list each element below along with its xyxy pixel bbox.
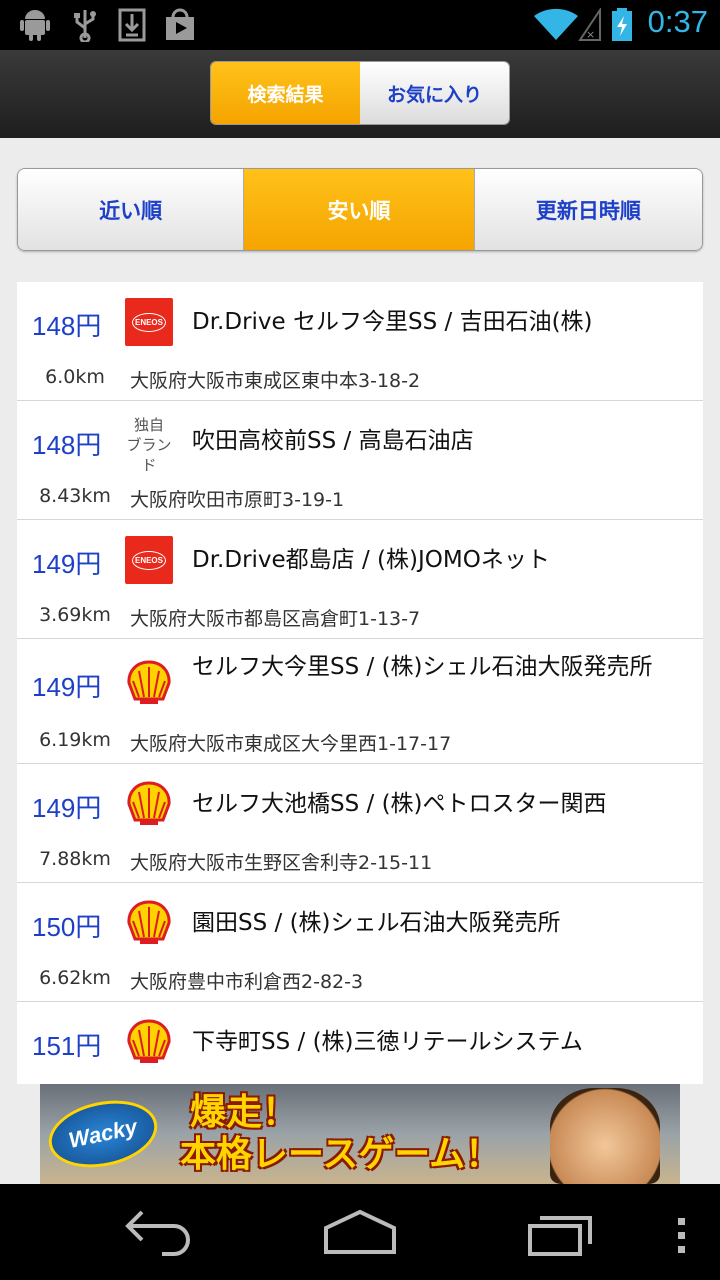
status-bar: × 0:37	[0, 0, 720, 50]
price: 148円	[32, 311, 102, 341]
navigation-bar	[0, 1184, 720, 1280]
distance: 3.69km	[39, 604, 111, 626]
sort-tabs: 近い順 安い順 更新日時順	[17, 168, 703, 251]
distance: 7.88km	[39, 848, 111, 870]
shell-logo-icon	[127, 1019, 171, 1063]
distance: 6.0km	[45, 366, 105, 388]
menu-icon[interactable]	[672, 1204, 692, 1260]
station-name: 園田SS / (株)シェル石油大阪発売所	[192, 910, 561, 936]
list-item[interactable]: 151円 下寺町SS / (株)三徳リテールシステム	[17, 1002, 703, 1084]
download-icon	[118, 8, 146, 42]
independent-brand-icon: 独自 ブランド	[126, 416, 172, 474]
wifi-icon	[534, 8, 578, 40]
price: 149円	[32, 672, 102, 702]
station-name: セルフ大池橋SS / (株)ペトロスター関西	[192, 791, 607, 817]
clock: 0:37	[647, 4, 708, 39]
list-item[interactable]: 148円 ENEOS Dr.Drive セルフ今里SS / 吉田石油(株) 6.…	[17, 282, 703, 401]
shell-logo-icon	[127, 781, 171, 825]
list-item[interactable]: 149円 セルフ大今里SS / (株)シェル石油大阪発売所 6.19km 大阪府…	[17, 639, 703, 764]
ad-banner[interactable]: Wacky 爆走！ 本格レースゲーム！	[40, 1084, 680, 1184]
eneos-logo-icon: ENEOS	[125, 536, 173, 584]
address: 大阪府大阪市生野区舎利寺2-15-11	[130, 852, 433, 874]
ad-character-image	[550, 1088, 660, 1184]
distance: 6.62km	[39, 967, 111, 989]
price: 149円	[32, 793, 102, 823]
station-name: Dr.Drive都島店 / (株)JOMOネット	[192, 547, 550, 573]
view-segment: 検索結果 お気に入り	[210, 61, 510, 125]
play-store-icon	[166, 8, 194, 40]
address: 大阪府吹田市原町3-19-1	[130, 489, 345, 511]
address: 大阪府大阪市東成区東中本3-18-2	[130, 370, 421, 392]
list-item[interactable]: 148円 独自 ブランド 吹田高校前SS / 高島石油店 8.43km 大阪府吹…	[17, 401, 703, 520]
tab-favorites[interactable]: お気に入り	[360, 62, 509, 124]
list-item[interactable]: 149円 ENEOS Dr.Drive都島店 / (株)JOMOネット 3.69…	[17, 520, 703, 639]
ad-logo: Wacky	[42, 1091, 164, 1177]
address: 大阪府大阪市都島区高倉町1-13-7	[130, 608, 421, 630]
ad-headline: 爆走！ 本格レースゲーム！	[180, 1092, 502, 1175]
tab-search-results[interactable]: 検索結果	[211, 62, 360, 124]
battery-charging-icon	[612, 8, 632, 41]
price: 149円	[32, 549, 102, 579]
station-name: セルフ大今里SS / (株)シェル石油大阪発売所	[192, 654, 653, 680]
list-item[interactable]: 149円 セルフ大池橋SS / (株)ペトロスター関西 7.88km 大阪府大阪…	[17, 764, 703, 883]
price: 151円	[32, 1031, 102, 1061]
list-item[interactable]: 150円 園田SS / (株)シェル石油大阪発売所 6.62km 大阪府豊中市利…	[17, 883, 703, 1002]
station-name: 吹田高校前SS / 高島石油店	[192, 428, 474, 454]
eneos-logo-icon: ENEOS	[125, 298, 173, 346]
distance: 8.43km	[39, 485, 111, 507]
shell-logo-icon	[127, 660, 171, 704]
app-header: 検索結果 お気に入り	[0, 50, 720, 138]
address: 大阪府大阪市東成区大今里西1-17-17	[130, 733, 452, 755]
home-icon[interactable]	[320, 1204, 400, 1260]
address: 大阪府豊中市利倉西2-82-3	[130, 971, 364, 993]
station-name: 下寺町SS / (株)三徳リテールシステム	[192, 1029, 583, 1055]
sort-tab-nearest[interactable]: 近い順	[18, 169, 245, 250]
recent-apps-icon[interactable]	[524, 1204, 600, 1260]
back-icon[interactable]	[122, 1204, 198, 1260]
android-icon	[20, 10, 50, 41]
svg-text:×: ×	[586, 28, 595, 41]
no-signal-icon: ×	[578, 8, 601, 41]
distance: 6.19km	[39, 729, 111, 751]
sort-tab-updated[interactable]: 更新日時順	[474, 169, 702, 250]
station-list: 148円 ENEOS Dr.Drive セルフ今里SS / 吉田石油(株) 6.…	[17, 282, 703, 1084]
station-name: Dr.Drive セルフ今里SS / 吉田石油(株)	[192, 309, 593, 335]
price: 150円	[32, 912, 102, 942]
usb-icon	[74, 10, 96, 42]
shell-logo-icon	[127, 900, 171, 944]
sort-tab-cheapest[interactable]: 安い順	[244, 169, 475, 250]
price: 148円	[32, 430, 102, 460]
